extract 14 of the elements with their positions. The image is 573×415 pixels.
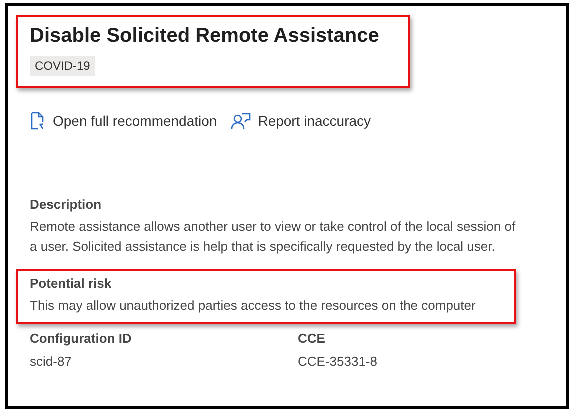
section-heading: Description (30, 196, 103, 214)
page-title: Disable Solicited Remote Assistance (30, 25, 380, 48)
field-value: CCE-35331-8 (298, 353, 378, 371)
person-icon (231, 112, 252, 130)
section-heading: Potential risk (30, 275, 113, 293)
section-text: Remote assistance allows another user to view or take control of the local session of a user. Solicited assistance is help that is specifically requested by the local user. (30, 218, 517, 256)
section-text: This may allow unauthorized parties access to the resources on the computer (30, 297, 477, 315)
field-value: scid-87 (30, 353, 73, 371)
document-icon (30, 112, 46, 130)
action-link[interactable]: Report inaccuracy (231, 112, 372, 130)
action-link[interactable]: Open full recommendation (30, 112, 218, 130)
tag: COVID-19 (30, 56, 96, 76)
field-label: Configuration ID (30, 330, 133, 348)
field-label: CCE (298, 330, 326, 348)
